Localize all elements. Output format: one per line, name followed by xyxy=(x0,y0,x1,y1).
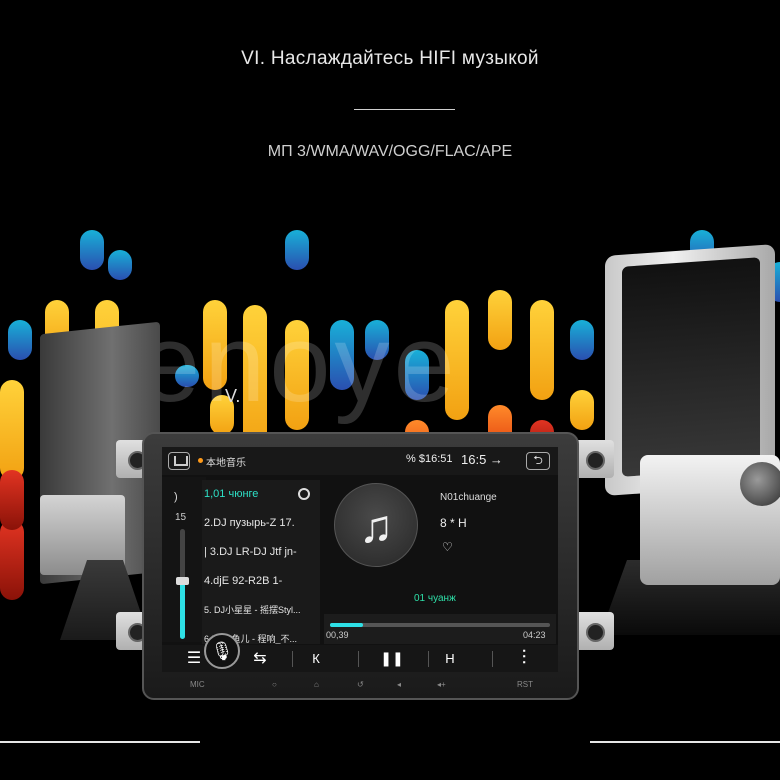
equalizer-bar xyxy=(8,320,32,360)
playlist-item[interactable]: 5. DJ小星星 - 摇摆Styl... xyxy=(202,596,320,624)
mount-tab xyxy=(574,612,614,650)
promo-stage: VI. Наслаждайтесь HIFI музыкой МП 3/WMA/… xyxy=(0,0,780,780)
volume-down-icon[interactable]: ◂ xyxy=(397,680,401,689)
status-time: % $16:51 xyxy=(406,453,453,465)
equalizer-bar xyxy=(570,390,594,430)
right-speaker-knob xyxy=(740,462,780,506)
shuffle-icon[interactable] xyxy=(298,488,310,500)
repeat-icon[interactable]: ⇆ xyxy=(240,645,280,672)
notification-dot xyxy=(198,458,203,463)
home-icon[interactable] xyxy=(168,452,190,470)
playlist-item[interactable]: | 3.DJ LR-DJ Jtf jn- xyxy=(202,538,320,566)
reset-label[interactable]: RST xyxy=(517,680,533,689)
equalizer-bar xyxy=(285,230,309,270)
next-button[interactable]: Н xyxy=(430,645,470,672)
volume-level: 15 xyxy=(175,512,187,523)
section-label: V. xyxy=(225,386,241,406)
pause-button[interactable]: ❚❚ xyxy=(372,645,412,672)
playlist: 1,01 чюнге 2.DJ пузырь-Z 17. | 3.DJ LR-D… xyxy=(202,480,320,644)
divider xyxy=(358,651,359,667)
volume-icon: ) xyxy=(174,491,178,503)
app-title: 本地音乐 xyxy=(206,458,246,469)
equalizer-bar xyxy=(0,520,24,600)
seek-bar-fill xyxy=(330,623,363,627)
back-icon[interactable]: ⮌ xyxy=(526,452,550,470)
equalizer-bar xyxy=(80,230,104,270)
now-playing-label: 01 чуанж xyxy=(414,593,456,604)
volume-up-icon[interactable]: ◂+ xyxy=(437,680,446,689)
home-hard-icon[interactable]: ⌂ xyxy=(314,680,319,689)
equalizer-bar xyxy=(570,320,594,360)
power-icon[interactable]: ○ xyxy=(272,680,277,689)
microphone-icon[interactable]: 🎙 xyxy=(204,633,240,669)
equalizer-bar xyxy=(0,470,24,530)
previous-button[interactable]: К xyxy=(296,645,336,672)
status-bar: 本地音乐 % $16:51 16:5 → ⮌ xyxy=(162,447,558,475)
track-title: N01chuange xyxy=(440,492,497,503)
progress-panel xyxy=(324,614,556,644)
equalizer-bar xyxy=(108,250,132,280)
divider xyxy=(292,651,293,667)
album-art-note-icon: ♫ xyxy=(334,483,418,567)
back-hard-icon[interactable]: ↺ xyxy=(357,680,364,689)
playlist-item[interactable]: 4.djE 92-R2B 1- xyxy=(202,567,320,595)
head-unit-screen: 本地音乐 % $16:51 16:5 → ⮌ ) 15 1,01 чюнге 2… xyxy=(162,447,558,672)
volume-panel: ) 15 xyxy=(162,477,206,642)
playlist-item[interactable]: 2.DJ пузырь-Z 17. xyxy=(202,509,320,537)
divider xyxy=(492,651,493,667)
mount-tab xyxy=(574,440,614,478)
total-time: 04:23 xyxy=(523,630,546,640)
seek-bar[interactable] xyxy=(330,623,550,627)
favorite-heart-icon[interactable]: ♡ xyxy=(442,540,453,554)
track-artist: 8 * H xyxy=(440,516,467,530)
equalizer-bar xyxy=(0,380,24,480)
equalizer-bar xyxy=(488,290,512,350)
mic-label: MIC xyxy=(190,680,205,689)
volume-slider-handle[interactable] xyxy=(176,577,189,585)
clock: 16:5 → xyxy=(461,452,503,467)
right-speaker-grille xyxy=(622,257,760,477)
divider-line xyxy=(590,741,780,743)
equalizer-icon[interactable]: ⫶ xyxy=(504,645,544,672)
volume-slider-fill xyxy=(180,581,185,639)
divider-line xyxy=(0,741,200,743)
divider xyxy=(428,651,429,667)
equalizer-bar xyxy=(530,300,554,400)
hardware-buttons: MIC ○ ⌂ ↺ ◂ ◂+ RST xyxy=(142,680,579,692)
elapsed-time: 00,39 xyxy=(326,630,349,640)
